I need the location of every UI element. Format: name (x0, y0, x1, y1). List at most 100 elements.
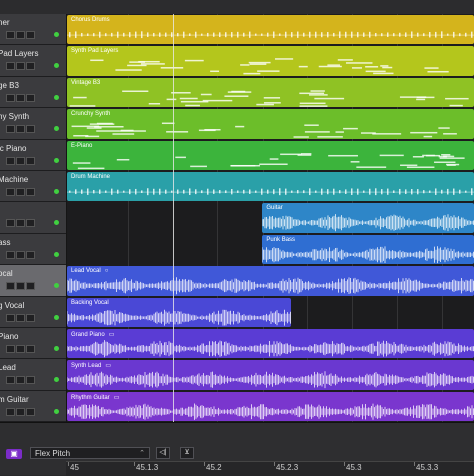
mute-button[interactable] (6, 93, 15, 102)
record-button[interactable] (26, 407, 35, 416)
region[interactable]: Synth Pad Layers (67, 46, 474, 76)
track-header[interactable]: Lead (0, 359, 66, 391)
arrange-area[interactable]: Chorus Drums Synth Pad Layers Vintage B3 Cr… (67, 14, 474, 422)
track-on-indicator[interactable] (54, 189, 59, 194)
region[interactable]: Crunchy Synth (67, 109, 474, 139)
record-button[interactable] (26, 219, 35, 228)
region[interactable]: Synth Lead ▭ (67, 360, 474, 390)
region-name-text: Vintage B3 (71, 79, 101, 86)
mute-button[interactable] (6, 31, 15, 39)
mute-button[interactable] (6, 313, 15, 322)
track-on-indicator[interactable] (54, 346, 59, 351)
track-header[interactable]: Pad Layers (0, 45, 66, 77)
flex-mode-select[interactable]: Flex Pitch ⌃ (30, 447, 150, 459)
record-button[interactable] (26, 345, 35, 353)
region-content (67, 403, 474, 420)
region[interactable]: Vintage B3 (67, 77, 474, 108)
mute-button[interactable] (6, 219, 15, 228)
mute-button[interactable] (6, 156, 15, 165)
track-on-indicator[interactable] (54, 408, 59, 414)
record-button[interactable] (26, 313, 35, 322)
track-on-indicator[interactable] (54, 283, 59, 289)
track-on-indicator[interactable] (54, 63, 59, 69)
region-content (262, 246, 474, 263)
record-button[interactable] (26, 31, 35, 39)
record-button[interactable] (26, 188, 35, 196)
track-header[interactable]: ocal (0, 265, 66, 297)
filter-icon[interactable]: ⊻ (180, 447, 194, 459)
flex-pitch-icon[interactable]: ▣ (6, 449, 22, 459)
region-content (67, 309, 291, 326)
track-header[interactable]: ic Piano (0, 139, 66, 171)
region-content (67, 188, 474, 196)
region-name: E-Piano (71, 143, 92, 149)
record-button[interactable] (26, 125, 35, 134)
mute-button[interactable] (6, 407, 15, 416)
playhead[interactable] (173, 14, 174, 422)
solo-button[interactable] (16, 345, 25, 353)
region-content (67, 31, 474, 39)
mute-button[interactable] (6, 62, 15, 71)
solo-button[interactable] (16, 313, 25, 322)
track-on-indicator[interactable] (54, 126, 59, 132)
catch-icon[interactable]: ◁| (156, 447, 170, 459)
mute-button[interactable] (6, 345, 15, 353)
track-header[interactable]: Piano (0, 328, 66, 360)
solo-button[interactable] (16, 62, 25, 71)
solo-button[interactable] (16, 188, 25, 196)
track-header[interactable]: hy Synth (0, 108, 66, 140)
record-button[interactable] (26, 250, 35, 259)
track-on-indicator[interactable] (54, 314, 59, 320)
track-header[interactable]: ass (0, 233, 66, 266)
solo-button[interactable] (16, 125, 25, 134)
solo-button[interactable] (16, 282, 25, 291)
region[interactable]: Backing Vocal (67, 297, 291, 327)
mute-button[interactable] (6, 250, 15, 259)
mute-button[interactable] (6, 282, 15, 291)
solo-button[interactable] (16, 407, 25, 416)
solo-button[interactable] (16, 156, 25, 165)
region-name-text: Crunchy Synth (71, 111, 111, 118)
track-header[interactable]: m Guitar (0, 390, 66, 423)
region-name-text: Chorus Drums (71, 17, 110, 23)
mute-button[interactable] (6, 125, 15, 134)
track-header[interactable]: ge B3 (0, 76, 66, 109)
ruler-label: 45.2.3 (276, 463, 299, 472)
record-button[interactable] (26, 282, 35, 291)
region[interactable]: E-Piano (67, 140, 474, 170)
solo-button[interactable] (16, 219, 25, 228)
region[interactable]: Lead Vocal ○ (67, 266, 474, 296)
region-name-text: Backing Vocal (71, 299, 109, 306)
ruler-tick (414, 462, 415, 466)
track-on-indicator[interactable] (54, 157, 59, 163)
track-on-indicator[interactable] (54, 220, 59, 226)
record-button[interactable] (26, 376, 35, 385)
track-buttons (6, 282, 35, 291)
solo-button[interactable] (16, 376, 25, 385)
region[interactable]: Drum Machine (67, 172, 474, 202)
mute-button[interactable] (6, 376, 15, 385)
region[interactable]: Chorus Drums (67, 15, 474, 45)
track-on-indicator[interactable] (54, 377, 59, 383)
record-button[interactable] (26, 93, 35, 102)
track-header[interactable]: ner (0, 14, 66, 46)
record-button[interactable] (26, 156, 35, 165)
track-on-indicator[interactable] (54, 32, 59, 37)
solo-button[interactable] (16, 93, 25, 102)
solo-button[interactable] (16, 31, 25, 39)
region[interactable]: Grand Piano ▭ (67, 329, 474, 359)
track-header[interactable]: Machine (0, 171, 66, 203)
record-button[interactable] (26, 62, 35, 71)
track-header[interactable]: g Vocal (0, 296, 66, 328)
region[interactable]: Guitar (262, 203, 474, 233)
track-on-indicator[interactable] (54, 251, 59, 257)
region[interactable]: Rhythm Guitar ▭ (67, 391, 474, 422)
solo-button[interactable] (16, 250, 25, 259)
region-name: Drum Machine (71, 174, 110, 180)
track-name: Machine (0, 175, 29, 184)
region[interactable]: Punk Bass (262, 234, 474, 265)
track-on-indicator[interactable] (54, 94, 59, 100)
mute-button[interactable] (6, 188, 15, 196)
region-name: Backing Vocal (71, 300, 109, 306)
track-header[interactable] (0, 202, 66, 234)
